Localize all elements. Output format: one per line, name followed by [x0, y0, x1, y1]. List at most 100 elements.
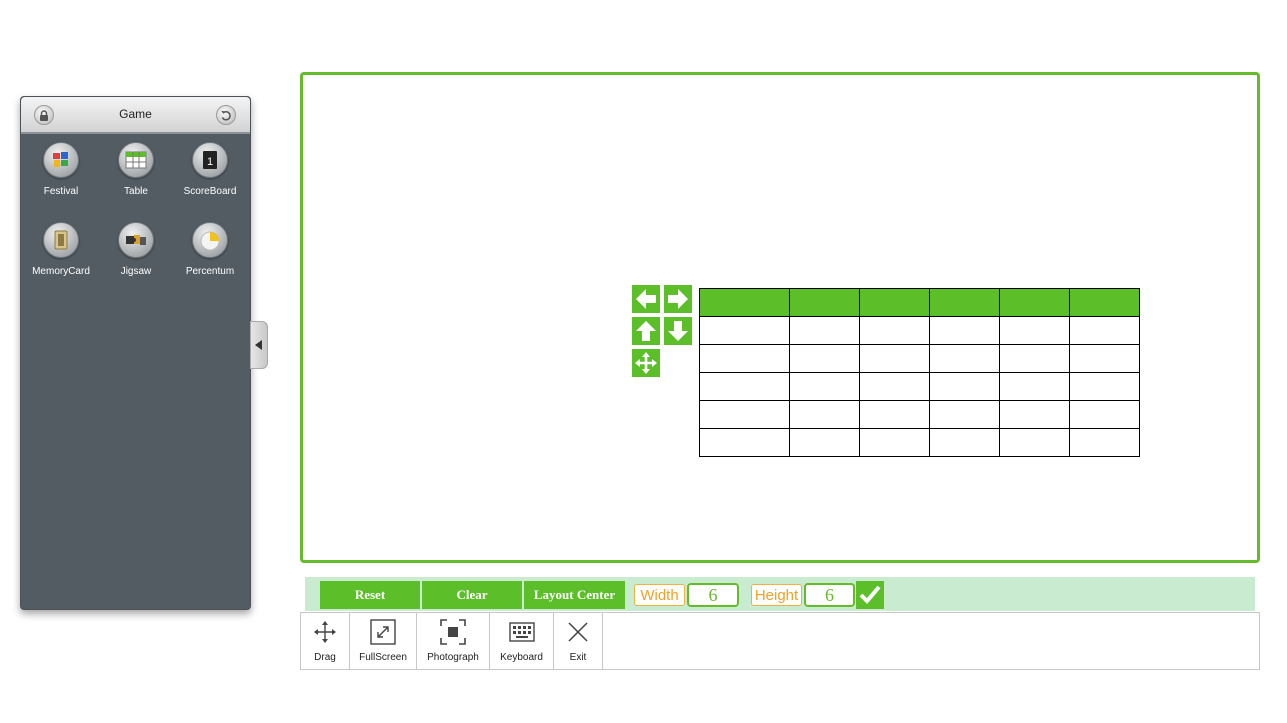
- table-icon: [118, 142, 154, 178]
- tool-label: ScoreBoard: [183, 186, 237, 197]
- table-cell[interactable]: [929, 400, 1000, 429]
- drag-button[interactable]: Drag: [301, 613, 350, 669]
- tool-label: Festival: [43, 186, 79, 197]
- move-icon: [314, 621, 336, 643]
- table-cell[interactable]: [1069, 344, 1140, 373]
- panel-header: Game: [21, 97, 250, 134]
- scoreboard-icon: 1: [192, 142, 228, 178]
- arrow-up-icon: [636, 321, 656, 341]
- table-row: [699, 316, 1140, 345]
- table-cell[interactable]: [929, 372, 1000, 401]
- table-cell[interactable]: [999, 400, 1070, 429]
- keyboard-button[interactable]: Keyboard: [490, 613, 554, 669]
- height-label: Height: [751, 584, 802, 606]
- table-header-cell[interactable]: [789, 288, 860, 317]
- move-up-button[interactable]: [632, 317, 660, 345]
- clear-button[interactable]: Clear: [422, 581, 522, 609]
- table-cell[interactable]: [1069, 316, 1140, 345]
- tool-label: MemoryCard: [32, 266, 90, 277]
- tool-jigsaw[interactable]: Jigsaw: [96, 222, 176, 277]
- arrow-left-icon: [636, 289, 656, 309]
- table-cell[interactable]: [789, 400, 860, 429]
- table-cell[interactable]: [699, 316, 790, 345]
- table-cell[interactable]: [999, 372, 1070, 401]
- tool-festival[interactable]: Festival: [21, 142, 101, 197]
- table-cell[interactable]: [699, 428, 790, 457]
- table-cell[interactable]: [1069, 372, 1140, 401]
- table-cell[interactable]: [929, 344, 1000, 373]
- layout-center-button[interactable]: Layout Center: [524, 581, 625, 609]
- keyboard-icon: [508, 622, 535, 642]
- tool-label: Jigsaw: [120, 266, 152, 277]
- table-header-cell[interactable]: [859, 288, 930, 317]
- checkmark-icon: [859, 585, 881, 604]
- table-cell[interactable]: [999, 344, 1070, 373]
- table-header-cell[interactable]: [999, 288, 1070, 317]
- move-left-button[interactable]: [632, 285, 660, 313]
- table-header-cell[interactable]: [929, 288, 1000, 317]
- fullscreen-icon: [370, 619, 396, 645]
- canvas-area[interactable]: [300, 72, 1260, 563]
- table-cell[interactable]: [859, 344, 930, 373]
- toolbar-label: Photograph: [427, 652, 479, 663]
- height-input[interactable]: [804, 583, 855, 607]
- tool-table[interactable]: Table: [96, 142, 176, 197]
- table-cell[interactable]: [699, 372, 790, 401]
- festival-icon: [43, 142, 79, 178]
- table-cell[interactable]: [699, 400, 790, 429]
- table-cell[interactable]: [999, 316, 1070, 345]
- memorycard-icon: [43, 222, 79, 258]
- table-cell[interactable]: [859, 316, 930, 345]
- arrow-right-icon: [668, 289, 688, 309]
- table-cell[interactable]: [789, 344, 860, 373]
- photograph-button[interactable]: Photograph: [417, 613, 490, 669]
- table-cell[interactable]: [1069, 400, 1140, 429]
- width-input[interactable]: [687, 583, 739, 607]
- move-arrows-icon: [635, 352, 657, 374]
- table-row: [699, 400, 1140, 429]
- table-row: [699, 428, 1140, 457]
- table-header-cell[interactable]: [1069, 288, 1140, 317]
- table-cell[interactable]: [789, 372, 860, 401]
- tool-label: Table: [124, 186, 148, 197]
- jigsaw-icon: [118, 222, 154, 258]
- close-icon: [568, 622, 588, 642]
- apply-size-button[interactable]: [856, 581, 884, 609]
- table-cell[interactable]: [859, 428, 930, 457]
- table-header-row: [699, 288, 1140, 317]
- table-cell[interactable]: [1069, 428, 1140, 457]
- table-cell[interactable]: [789, 428, 860, 457]
- width-label: Width: [634, 584, 685, 606]
- toolbar-label: Drag: [314, 652, 336, 663]
- tool-label: Percentum: [185, 266, 235, 277]
- arrow-down-icon: [668, 321, 688, 341]
- table-header-cell[interactable]: [699, 288, 790, 317]
- toolbar-label: FullScreen: [359, 652, 407, 663]
- game-panel: Game Festival Table 1 ScoreBoard MemoryC…: [20, 96, 251, 610]
- tool-percentum[interactable]: Percentum: [170, 222, 250, 277]
- bottom-toolbar: Drag FullScreen Photograph Keyboard Exit: [300, 612, 1260, 670]
- undo-icon: [221, 110, 231, 121]
- move-down-button[interactable]: [664, 317, 692, 345]
- table-cell[interactable]: [929, 316, 1000, 345]
- reset-button[interactable]: Reset: [320, 581, 420, 609]
- fullscreen-button[interactable]: FullScreen: [350, 613, 417, 669]
- move-table-button[interactable]: [632, 349, 660, 377]
- svg-text:1: 1: [207, 156, 213, 168]
- game-table[interactable]: [699, 288, 1140, 457]
- tool-memorycard[interactable]: MemoryCard: [21, 222, 101, 277]
- toolbar-label: Exit: [569, 652, 587, 663]
- table-cell[interactable]: [789, 316, 860, 345]
- table-cell[interactable]: [699, 344, 790, 373]
- table-cell[interactable]: [999, 428, 1070, 457]
- table-cell[interactable]: [859, 372, 930, 401]
- tool-scoreboard[interactable]: 1 ScoreBoard: [170, 142, 250, 197]
- photograph-icon: [440, 619, 466, 645]
- exit-button[interactable]: Exit: [554, 613, 603, 669]
- table-cell[interactable]: [859, 400, 930, 429]
- table-cell[interactable]: [929, 428, 1000, 457]
- collapse-panel-button[interactable]: [250, 321, 268, 369]
- toolbar-label: Keyboard: [500, 652, 543, 663]
- move-right-button[interactable]: [664, 285, 692, 313]
- undo-button[interactable]: [216, 105, 236, 125]
